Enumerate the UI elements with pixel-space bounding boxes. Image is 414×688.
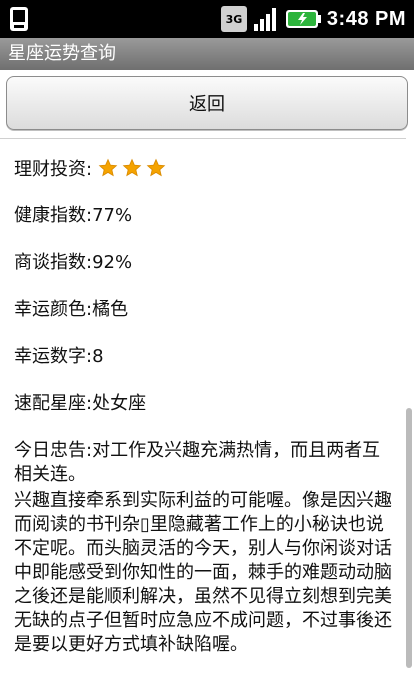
app-title: 星座运势查询 bbox=[8, 43, 116, 64]
back-button-label: 返回 bbox=[189, 94, 225, 115]
notification-icon bbox=[10, 7, 28, 31]
investment-row: 理财投资: bbox=[14, 155, 396, 202]
star-icon bbox=[146, 158, 166, 177]
advice-text: 兴趣直接牵系到实际利益的可能喔。像是因兴趣而阅读的书刊杂▯里隐藏著工作上的小秘诀… bbox=[14, 490, 392, 655]
scrollbar[interactable] bbox=[406, 408, 412, 668]
app-title-bar: 星座运势查询 bbox=[0, 38, 414, 70]
match-sign: 速配星座:处女座 bbox=[14, 393, 147, 414]
3g-icon: 3G bbox=[220, 6, 247, 32]
fortune-list: 理财投资: 健康指数:77% 商谈指数:92% 幸运颜色:橘色 幸运数字:8 速… bbox=[14, 155, 396, 657]
lucky-color: 幸运颜色:橘色 bbox=[14, 299, 129, 320]
investment-label: 理财投资: bbox=[14, 159, 93, 180]
app-body: 返回 理财投资: 健康指数:77% 商谈指数:92% 幸运颜色:橘色 幸运数字:… bbox=[0, 70, 414, 688]
star-icon bbox=[98, 158, 118, 177]
back-button[interactable]: 返回 bbox=[6, 76, 408, 130]
fortune-content[interactable]: 理财投资: 健康指数:77% 商谈指数:92% 幸运颜色:橘色 幸运数字:8 速… bbox=[0, 138, 406, 688]
health-index: 健康指数:77% bbox=[14, 205, 133, 226]
signal-icon bbox=[253, 8, 276, 31]
investment-rating bbox=[98, 158, 166, 178]
battery-icon bbox=[285, 10, 321, 28]
status-bar: 3G 3:48 PM bbox=[0, 0, 414, 38]
star-icon bbox=[122, 158, 142, 177]
advice-intro: 今日忠告:对工作及兴趣充满热情，而且两者互相关连。 bbox=[14, 440, 381, 485]
lucky-number: 幸运数字:8 bbox=[14, 346, 104, 367]
business-index: 商谈指数:92% bbox=[14, 252, 133, 273]
status-time: 3:48 PM bbox=[326, 7, 406, 30]
